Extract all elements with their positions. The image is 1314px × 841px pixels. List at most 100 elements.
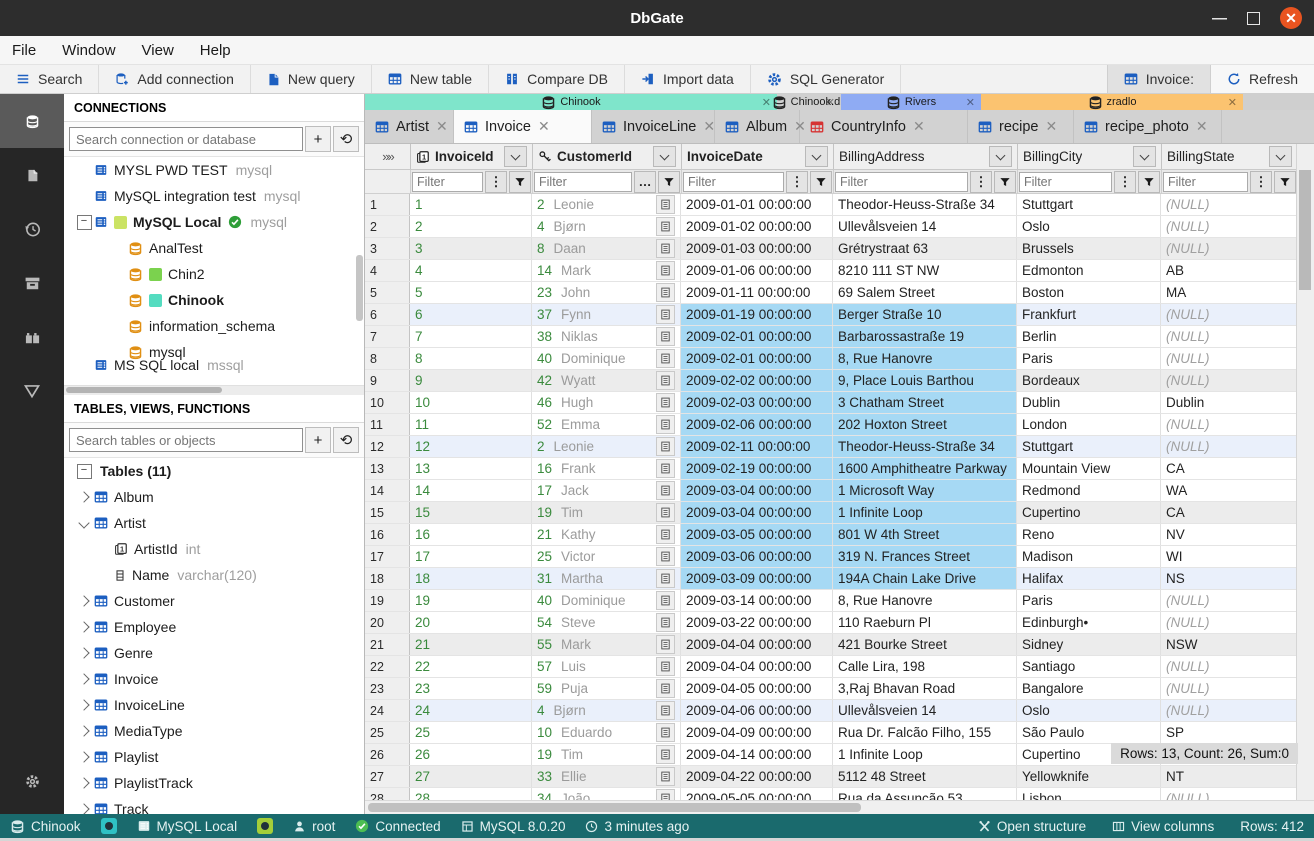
connections-search-input[interactable] xyxy=(69,127,303,151)
connection-item[interactable]: MS SQL localmssql xyxy=(64,352,364,378)
database-nav[interactable] xyxy=(0,94,64,148)
open-structure-button[interactable]: Open structure xyxy=(978,819,1086,834)
cell-billingState[interactable]: NS xyxy=(1161,568,1297,589)
collapse-expander[interactable]: − xyxy=(74,215,94,230)
chevron-right-icon[interactable] xyxy=(74,649,94,657)
import-data-button[interactable]: Import data xyxy=(625,65,751,93)
row-number[interactable]: 8 xyxy=(365,348,410,369)
cell-invoiceDate[interactable]: 2009-02-02 00:00:00 xyxy=(681,370,833,391)
funnel-icon[interactable] xyxy=(810,171,832,193)
cell-billingState[interactable]: CA xyxy=(1161,502,1297,523)
cell-billingAddress[interactable]: 3 Chatham Street xyxy=(833,392,1017,413)
cell-customerId[interactable]: 25Victor xyxy=(532,546,681,567)
cell-billingCity[interactable]: Brussels xyxy=(1017,238,1161,259)
table-item[interactable]: Genre xyxy=(64,640,364,666)
cell-invoiceId[interactable]: 23 xyxy=(410,678,532,699)
tab-group-zradlo[interactable]: zradlo✕ xyxy=(981,94,1243,110)
cell-billingState[interactable]: NSW xyxy=(1161,634,1297,655)
column-item[interactable]: 1ArtistIdint xyxy=(64,536,364,562)
open-document-icon[interactable] xyxy=(656,679,675,698)
cell-billingAddress[interactable]: 1 Microsoft Way xyxy=(833,480,1017,501)
minus-box-icon[interactable]: − xyxy=(77,464,92,479)
dots-menu-icon[interactable]: ⋮ xyxy=(1250,171,1272,193)
table-item[interactable]: Artist xyxy=(64,510,364,536)
row-number[interactable]: 10 xyxy=(365,392,410,413)
cell-invoiceDate[interactable]: 2009-03-05 00:00:00 xyxy=(681,524,833,545)
column-header-billingAddress[interactable]: BillingAddress xyxy=(834,144,1018,169)
open-document-icon[interactable] xyxy=(656,305,675,324)
tab-group-rivers[interactable]: Rivers✕ xyxy=(841,94,981,110)
cell-invoiceId[interactable]: 4 xyxy=(410,260,532,281)
cell-billingCity[interactable]: Lisbon xyxy=(1017,788,1161,800)
cell-billingAddress[interactable]: Ullevålsveien 14 xyxy=(833,216,1017,237)
cell-invoiceDate[interactable]: 2009-01-19 00:00:00 xyxy=(681,304,833,325)
cell-billingCity[interactable]: São Paulo xyxy=(1017,722,1161,743)
cell-billingState[interactable]: (NULL) xyxy=(1161,656,1297,677)
open-document-icon[interactable] xyxy=(656,657,675,676)
cell-billingState[interactable]: SP xyxy=(1161,722,1297,743)
cell-billingState[interactable]: (NULL) xyxy=(1161,216,1297,237)
cell-billingAddress[interactable]: 69 Salem Street xyxy=(833,282,1017,303)
database-item[interactable]: information_schema xyxy=(64,313,364,339)
menu-window[interactable]: Window xyxy=(62,42,115,59)
open-document-icon[interactable] xyxy=(656,459,675,478)
cell-billingAddress[interactable]: Rua da Assunção 53 xyxy=(833,788,1017,800)
cell-invoiceDate[interactable]: 2009-03-06 00:00:00 xyxy=(681,546,833,567)
ellipsis-icon[interactable]: … xyxy=(634,171,656,193)
row-number[interactable]: 7 xyxy=(365,326,410,347)
open-document-icon[interactable] xyxy=(656,591,675,610)
connections-hscrollbar[interactable] xyxy=(64,385,364,395)
cell-billingAddress[interactable]: 1 Infinite Loop xyxy=(833,744,1017,765)
menu-view[interactable]: View xyxy=(142,42,174,59)
cell-invoiceDate[interactable]: 2009-02-01 00:00:00 xyxy=(681,326,833,347)
table-item[interactable]: −Tables (11) xyxy=(64,458,364,484)
funnel-icon[interactable] xyxy=(994,171,1016,193)
connections-vscrollbar[interactable] xyxy=(356,255,363,321)
table-item[interactable]: Employee xyxy=(64,614,364,640)
minimize-icon[interactable]: — xyxy=(1212,10,1227,27)
cell-invoiceId[interactable]: 21 xyxy=(410,634,532,655)
cell-billingState[interactable]: MA xyxy=(1161,282,1297,303)
cell-billingState[interactable]: (NULL) xyxy=(1161,612,1297,633)
open-document-icon[interactable] xyxy=(656,767,675,786)
table-item[interactable]: Playlist xyxy=(64,744,364,770)
cell-invoiceId[interactable]: 10 xyxy=(410,392,532,413)
cell-invoiceDate[interactable]: 2009-04-05 00:00:00 xyxy=(681,678,833,699)
cell-billingCity[interactable]: Paris xyxy=(1017,348,1161,369)
cell-billingState[interactable]: NV xyxy=(1161,524,1297,545)
row-number[interactable]: 16 xyxy=(365,524,410,545)
column-header-billingCity[interactable]: BillingCity xyxy=(1018,144,1162,169)
open-document-icon[interactable] xyxy=(656,635,675,654)
cell-customerId[interactable]: 52Emma xyxy=(532,414,681,435)
collapse-expander[interactable]: − xyxy=(74,464,94,479)
maximize-icon[interactable] xyxy=(1247,12,1260,25)
cell-invoiceId[interactable]: 6 xyxy=(410,304,532,325)
cell-billingAddress[interactable]: Barbarossastraße 19 xyxy=(833,326,1017,347)
cell-customerId[interactable]: 21Kathy xyxy=(532,524,681,545)
cell-invoiceId[interactable]: 7 xyxy=(410,326,532,347)
cell-customerId[interactable]: 34João xyxy=(532,788,681,800)
plugins-nav[interactable] xyxy=(0,310,64,364)
filter-input-billingState[interactable] xyxy=(1163,172,1248,192)
chevron-right-icon[interactable] xyxy=(74,701,94,709)
compare-db-button[interactable]: Compare DB xyxy=(489,65,625,93)
cell-invoiceDate[interactable]: 2009-02-06 00:00:00 xyxy=(681,414,833,435)
cell-invoiceId[interactable]: 17 xyxy=(410,546,532,567)
open-document-icon[interactable] xyxy=(656,569,675,588)
dots-menu-icon[interactable]: ⋮ xyxy=(970,171,992,193)
tab-album[interactable]: Album✕ xyxy=(715,110,800,143)
open-document-icon[interactable] xyxy=(656,437,675,456)
open-document-icon[interactable] xyxy=(656,415,675,434)
tab-recipe[interactable]: recipe✕ xyxy=(968,110,1074,143)
cell-billingState[interactable]: (NULL) xyxy=(1161,788,1297,800)
cell-customerId[interactable]: 10Eduardo xyxy=(532,722,681,743)
row-number[interactable]: 4 xyxy=(365,260,410,281)
row-number[interactable]: 20 xyxy=(365,612,410,633)
cell-invoiceDate[interactable]: 2009-03-14 00:00:00 xyxy=(681,590,833,611)
row-number[interactable]: 26 xyxy=(365,744,410,765)
cell-invoiceDate[interactable]: 2009-01-11 00:00:00 xyxy=(681,282,833,303)
cell-customerId[interactable]: 4Bjørn xyxy=(532,216,681,237)
cell-billingCity[interactable]: Santiago xyxy=(1017,656,1161,677)
archive-nav[interactable] xyxy=(0,256,64,310)
column-dropdown-icon[interactable] xyxy=(805,146,828,167)
